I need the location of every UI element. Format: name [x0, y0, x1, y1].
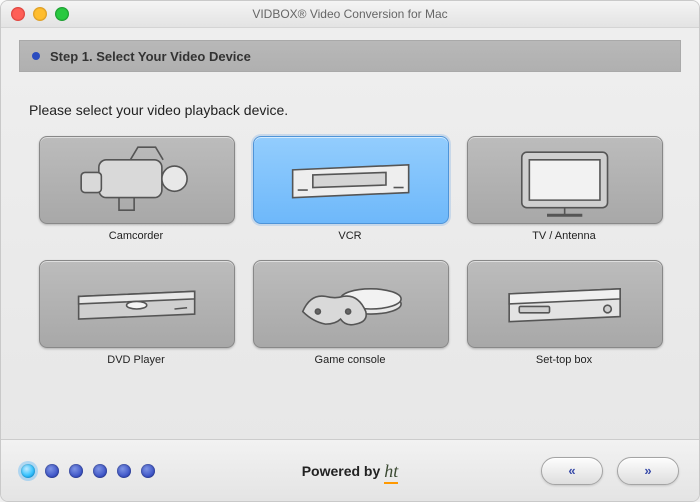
- content-area: Step 1. Select Your Video Device Please …: [1, 28, 699, 366]
- device-dvd-player-button[interactable]: [39, 260, 235, 348]
- device-settop-box: Set-top box: [467, 260, 661, 366]
- device-tv: TV / Antenna: [467, 136, 661, 242]
- device-grid: Camcorder VCR: [19, 136, 681, 366]
- footer: Powered by ht « »: [1, 439, 699, 501]
- step-header-label: Step 1. Select Your Video Device: [50, 49, 251, 64]
- zoom-icon[interactable]: [55, 7, 69, 21]
- chevron-left-icon: «: [568, 463, 575, 478]
- step-header-dot-icon: [32, 52, 40, 60]
- step-dot-6[interactable]: [141, 464, 155, 478]
- dvd-player-icon: [40, 251, 234, 357]
- step-dot-5[interactable]: [117, 464, 131, 478]
- device-settop-box-button[interactable]: [467, 260, 663, 348]
- camcorder-icon: [40, 127, 234, 233]
- device-game-console: Game console: [253, 260, 447, 366]
- next-button[interactable]: »: [617, 457, 679, 485]
- device-vcr: VCR: [253, 136, 447, 242]
- minimize-icon[interactable]: [33, 7, 47, 21]
- step-progress-dots: [21, 464, 155, 478]
- window-title: VIDBOX® Video Conversion for Mac: [1, 7, 699, 21]
- prev-button[interactable]: «: [541, 457, 603, 485]
- nav-buttons: « »: [541, 457, 679, 485]
- window-controls: [11, 7, 69, 21]
- device-vcr-button[interactable]: [253, 136, 449, 224]
- step-dot-1[interactable]: [21, 464, 35, 478]
- device-game-console-button[interactable]: [253, 260, 449, 348]
- device-dvd-player: DVD Player: [39, 260, 233, 366]
- step-dot-2[interactable]: [45, 464, 59, 478]
- instruction-text: Please select your video playback device…: [29, 102, 671, 118]
- game-console-icon: [254, 251, 448, 357]
- app-window: VIDBOX® Video Conversion for Mac Step 1.…: [0, 0, 700, 502]
- step-dot-4[interactable]: [93, 464, 107, 478]
- close-icon[interactable]: [11, 7, 25, 21]
- device-camcorder-button[interactable]: [39, 136, 235, 224]
- vcr-icon: [254, 127, 448, 233]
- step-dot-3[interactable]: [69, 464, 83, 478]
- titlebar: VIDBOX® Video Conversion for Mac: [1, 1, 699, 28]
- chevron-right-icon: »: [644, 463, 651, 478]
- step-header: Step 1. Select Your Video Device: [19, 40, 681, 72]
- tv-icon: [468, 127, 662, 233]
- brand-logo-icon: ht: [384, 459, 398, 482]
- settop-box-icon: [468, 251, 662, 357]
- powered-by-label: Powered by: [302, 463, 381, 479]
- device-camcorder: Camcorder: [39, 136, 233, 242]
- device-tv-button[interactable]: [467, 136, 663, 224]
